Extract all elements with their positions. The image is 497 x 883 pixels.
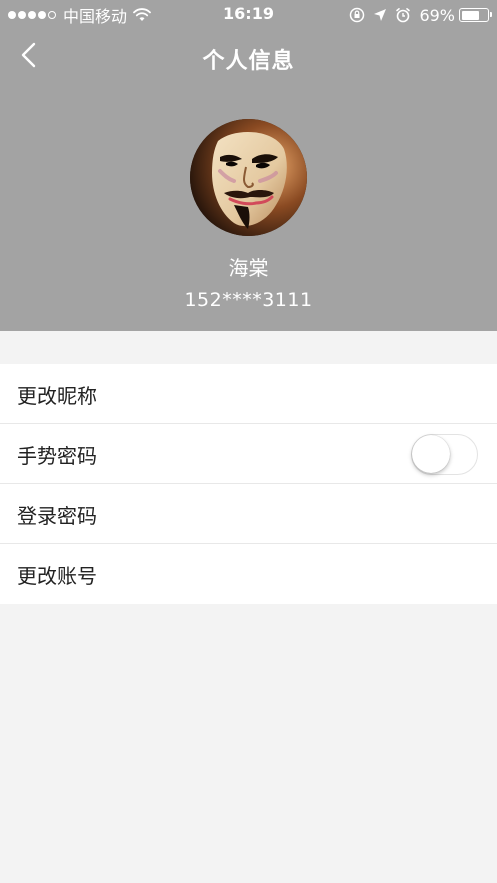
page-title: 个人信息 bbox=[202, 49, 295, 74]
login-password-label: 登录密码 bbox=[17, 504, 97, 528]
profile-nickname: 海棠 bbox=[228, 256, 269, 280]
status-right: 69% bbox=[349, 4, 492, 26]
change-nickname-item[interactable]: 更改昵称 bbox=[0, 364, 497, 424]
location-icon bbox=[374, 9, 387, 21]
toggle-knob bbox=[412, 435, 450, 473]
battery-percent: 69% bbox=[419, 5, 455, 25]
change-account-item[interactable]: 更改账号 bbox=[0, 544, 497, 604]
gesture-password-item: 手势密码 bbox=[0, 424, 497, 484]
alarm-icon bbox=[396, 8, 411, 23]
profile-page: 中国移动 16:19 69% 个人信息 海棠 152****3111 更改昵称 … bbox=[0, 0, 497, 883]
navigation-bar: 个人信息 bbox=[0, 30, 497, 84]
avatar[interactable] bbox=[190, 119, 307, 236]
profile-phone: 152****3111 bbox=[184, 289, 313, 311]
battery-icon bbox=[459, 8, 492, 22]
change-account-label: 更改账号 bbox=[17, 564, 97, 588]
gesture-password-label: 手势密码 bbox=[17, 444, 97, 468]
settings-list: 更改昵称 手势密码 登录密码 更改账号 bbox=[0, 364, 497, 604]
rotation-lock-icon bbox=[350, 7, 365, 23]
mask-avatar-image bbox=[190, 119, 307, 236]
battery-level-fill bbox=[461, 10, 479, 20]
login-password-item[interactable]: 登录密码 bbox=[0, 484, 497, 544]
change-nickname-label: 更改昵称 bbox=[17, 384, 97, 408]
profile-header: 中国移动 16:19 69% 个人信息 海棠 152****3111 bbox=[0, 0, 497, 331]
status-bar: 中国移动 16:19 69% bbox=[0, 0, 497, 30]
gesture-password-toggle[interactable] bbox=[411, 434, 478, 475]
